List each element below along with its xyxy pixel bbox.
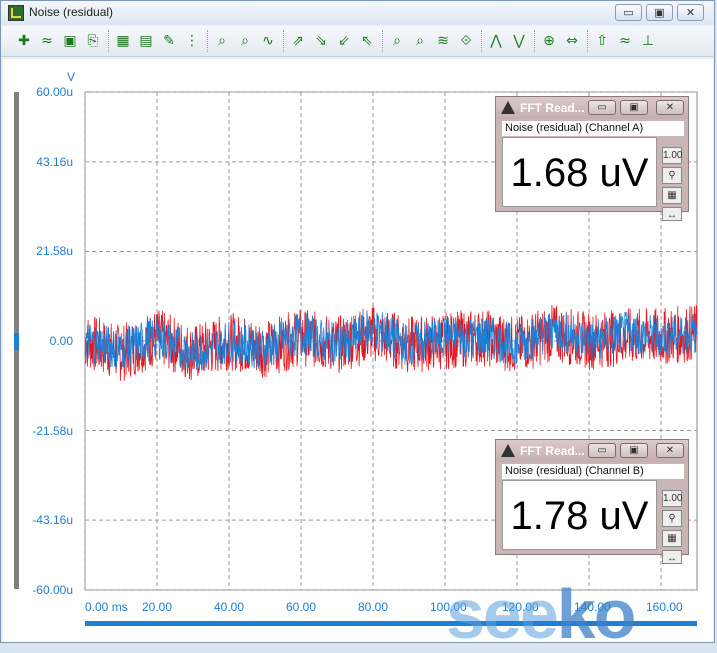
fft-readout-channel-a[interactable]: FFT Read... ▭ ▣ ✕ Noise (residual) (Chan… [495,96,689,221]
cursor-right-icon[interactable]: ⇖ [358,32,376,50]
fft-readout-channel-b[interactable]: FFT Read... ▭ ▣ ✕ Noise (residual) (Chan… [495,439,689,564]
fft-readout-source: Noise (residual) (Channel B) [502,464,684,479]
app-icon [8,5,24,21]
fft-readout-source: Noise (residual) (Channel A) [502,121,684,136]
fft-icon [501,444,515,457]
y-tick-label: -60.00u [32,583,73,597]
x-tick-label: 40.00 [214,600,245,614]
fft-close-button[interactable]: ✕ [656,443,684,458]
fft-readout-title: FFT Read... [520,444,585,458]
resize-icon[interactable]: ↔ [662,207,682,221]
window-title: Noise (residual) [29,5,114,19]
toolbar-separator [108,30,112,52]
zoom-in-icon[interactable]: ⌕ [388,32,406,50]
cursor-down-icon[interactable]: ⇘ [312,32,330,50]
resize-icon[interactable]: ↔ [662,550,682,564]
probe-icon[interactable]: ⚲ [662,167,682,184]
fft-minimize-button[interactable]: ▭ [588,443,616,458]
fft-readout-value: 1.78 uV [502,480,657,550]
graph-settings-icon[interactable]: ▤ [137,32,155,50]
x-tick-label: 20.00 [142,600,173,614]
trigger-icon[interactable]: ⊕ [540,32,558,50]
cursor-left-icon[interactable]: ⇗ [289,32,307,50]
toolbar-separator [283,30,287,52]
y-tick-label: 60.00u [36,85,73,99]
y-tick-label: 43.16u [36,154,73,169]
x-tick-label: 160.00 [646,600,683,614]
y-tick-label: 0.00 [49,334,73,348]
fft-restore-button[interactable]: ▣ [620,443,648,458]
save-icon[interactable]: ▣ [61,32,79,50]
wave-icon[interactable]: ≈ [38,32,56,50]
y-tick-label: -43.16u [32,513,73,528]
fft-readout-title: FFT Read... [520,101,585,115]
edit-icon[interactable]: ✎ [160,32,178,50]
copy-icon[interactable]: ⎘ [84,32,102,50]
fft-close-button[interactable]: ✕ [656,100,684,115]
autoscale-icon[interactable]: ∿ [259,32,277,50]
fft-minimize-button[interactable]: ▭ [588,100,616,115]
zoom-out-icon[interactable]: ⌕ [411,32,429,50]
y-tick-label: 21.58u [36,244,73,259]
toolbar: ✚ ≈ ▣ ⎘ ▦ ▤ ✎ ⋮ ⌕ ⌕ ∿ ⇗ ⇘ ⇙ ⇖ ⌕ ⌕ ≋ ⟐ ⋀ ⋁ ⊕ ⇔ ⇧ ≈ ⊥ [1,26,714,57]
fft-restore-button[interactable]: ▣ [620,100,648,115]
app-window: Noise (residual) ▭ ▣ ✕ ✚ ≈ ▣ ⎘ ▦ ▤ ✎ ⋮ ⌕ ⌕ ∿ ⇗ ⇘ ⇙ ⇖ ⌕ ⌕… [0,0,715,649]
x-tick-label: 0.00 ms [85,600,128,614]
close-button[interactable]: ✕ [677,4,704,21]
markers-icon[interactable]: ⟐ [457,32,475,50]
cursor-up-icon[interactable]: ⇙ [335,32,353,50]
arrow-icon[interactable]: ⇧ [593,32,611,50]
y-tick-label: -21.58u [32,423,73,438]
peak-down-icon[interactable]: ⋁ [510,32,528,50]
fft-readout-title-bar[interactable]: FFT Read... ▭ ▣ ✕ [496,97,688,119]
peak-up-icon[interactable]: ⋀ [487,32,505,50]
tool-icon[interactable]: ⊥ [639,32,657,50]
add-trace-icon[interactable]: ✚ [15,32,33,50]
fft-readout-value: 1.68 uV [502,137,657,207]
settings-icon[interactable]: ▦ [662,530,682,547]
graph-view-icon[interactable]: ▦ [114,32,132,50]
zoom-x-icon[interactable]: ⌕ [213,32,231,50]
probe-icon[interactable]: ⚲ [662,510,682,527]
fft-icon [501,101,515,114]
fft-readout-title-bar[interactable]: FFT Read... ▭ ▣ ✕ [496,440,688,462]
zoom-fit-icon[interactable]: ⌕ [236,32,254,50]
toolbar-separator [382,30,386,52]
compare-icon[interactable]: ≋ [434,32,452,50]
wave-2-icon[interactable]: ≈ [616,32,634,50]
settings-icon[interactable]: ▦ [662,187,682,204]
fft-icon[interactable]: ⇔ [563,32,581,50]
restore-button[interactable]: ▣ [646,4,673,21]
precision-icon[interactable]: 1.00 [662,490,682,507]
x-tick-label: 60.00 [286,600,317,614]
toolbar-separator [534,30,538,52]
graph-panel[interactable]: V 60.00u 43.16u 21.58u 0.00 -21.58u -43.16u -6… [3,59,713,649]
watermark-logo: seeko [446,575,636,653]
minimize-button[interactable]: ▭ [615,4,642,21]
toolbar-separator [587,30,591,52]
grid-icon[interactable]: ⋮ [183,32,201,50]
x-tick-label: 80.00 [358,600,389,614]
title-bar[interactable]: Noise (residual) ▭ ▣ ✕ [1,1,714,25]
toolbar-separator [207,30,211,52]
precision-icon[interactable]: 1.00 [662,147,682,164]
toolbar-separator [481,30,485,52]
